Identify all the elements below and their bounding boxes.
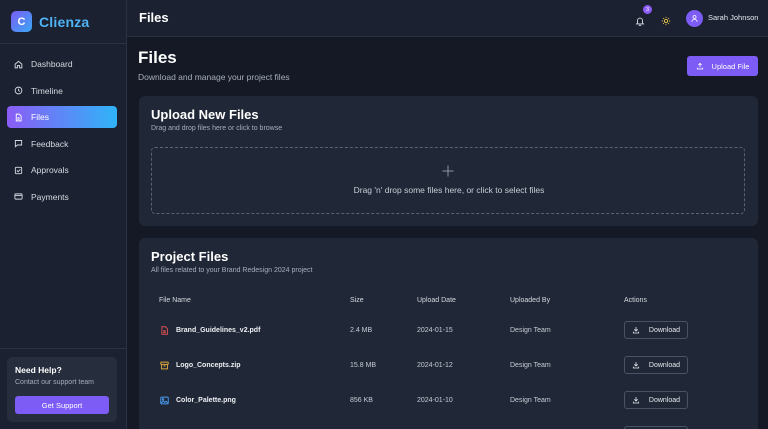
file-name[interactable]: Color_Palette.png	[176, 397, 236, 404]
upload-card-subtitle: Drag and drop files here or click to bro…	[151, 125, 283, 132]
clock-icon	[14, 86, 23, 95]
page-subtitle: Download and manage your project files	[138, 72, 290, 82]
sidebar-item-approvals[interactable]: Approvals	[7, 159, 117, 181]
image-icon	[160, 396, 169, 405]
message-icon	[14, 139, 23, 148]
sidebar-item-feedback[interactable]: Feedback	[7, 133, 117, 155]
upload-date: 2024-01-12	[417, 362, 453, 369]
uploaded-by: Design Team	[510, 327, 551, 334]
file-size: 856 KB	[350, 397, 373, 404]
brand[interactable]: C Clienza	[11, 11, 89, 32]
sidebar-item-label: Payments	[31, 191, 69, 202]
dropzone-text: Drag 'n' drop some files here, or click …	[353, 185, 545, 195]
download-icon	[632, 362, 639, 369]
pdf-file-icon	[161, 326, 168, 335]
user-icon	[691, 15, 698, 22]
upload-card-title: Upload New Files	[151, 107, 259, 122]
file-name[interactable]: Brand_Guidelines_v2.pdf	[176, 327, 260, 334]
file-name[interactable]: Logo_Concepts.zip	[176, 362, 241, 369]
divider	[0, 348, 127, 349]
sidebar-item-files[interactable]: Files	[7, 106, 117, 128]
download-label: Download	[648, 361, 681, 369]
upload-date: 2024-01-15	[417, 327, 453, 334]
download-label: Download	[648, 396, 681, 404]
file-size: 15.8 MB	[350, 362, 377, 369]
avatar[interactable]	[686, 10, 703, 27]
help-card: Need Help? Contact our support team Get …	[7, 357, 117, 422]
sidebar: C Clienza Dashboard Timeline Files Feedb…	[0, 0, 127, 429]
user-name[interactable]: Sarah Johnson	[708, 13, 758, 22]
get-support-button[interactable]: Get Support	[15, 396, 109, 414]
sidebar-item-label: Timeline	[31, 85, 63, 96]
sidebar-item-label: Approvals	[31, 165, 69, 175]
column-header-file-name: File Name	[159, 297, 191, 304]
download-button[interactable]: Download	[624, 321, 688, 339]
column-header-size: Size	[350, 297, 364, 304]
column-header-upload-date: Upload Date	[417, 297, 456, 304]
bell-icon[interactable]	[635, 13, 645, 27]
help-subtitle: Contact our support team	[15, 379, 94, 386]
credit-card-icon	[14, 192, 23, 201]
page-title: Files	[138, 48, 177, 67]
table-row: Brand_Guidelines_v2.pdf 2.4 MB 2024-01-1…	[139, 313, 758, 348]
upload-date: 2024-01-10	[417, 397, 453, 404]
topbar-title: Files	[139, 10, 169, 25]
brand-name: Clienza	[39, 13, 90, 30]
file-size: 2.4 MB	[350, 327, 373, 334]
upload-file-label: Upload File	[711, 61, 750, 71]
divider	[0, 43, 127, 44]
sidebar-nav: Dashboard Timeline Files Feedback Approv…	[7, 53, 117, 212]
sun-icon[interactable]	[661, 13, 671, 26]
sidebar-item-label: Feedback	[31, 138, 69, 149]
plus-icon	[442, 165, 454, 177]
project-files-card: Project Files All files related to your …	[139, 238, 758, 429]
sidebar-item-dashboard[interactable]: Dashboard	[7, 53, 117, 75]
sidebar-item-timeline[interactable]: Timeline	[7, 80, 117, 102]
download-button[interactable]: Download	[624, 391, 688, 409]
table-row: Color_Palette.png 856 KB 2024-01-10 Desi…	[139, 383, 758, 418]
download-button[interactable]: Download	[624, 356, 688, 374]
topbar: Files 3 Sarah Johnson	[127, 0, 768, 37]
file-dropzone[interactable]: Drag 'n' drop some files here, or click …	[151, 147, 745, 214]
uploaded-by: Design Team	[510, 362, 551, 369]
column-header-uploaded-by: Uploaded By	[510, 297, 551, 304]
sidebar-item-label: Files	[31, 112, 49, 122]
download-icon	[632, 327, 639, 334]
upload-icon	[696, 62, 703, 70]
notification-badge: 3	[643, 5, 652, 14]
upload-file-button[interactable]: Upload File	[687, 56, 758, 76]
download-icon	[632, 397, 639, 404]
project-files-title: Project Files	[151, 249, 229, 264]
brand-logo: C	[11, 11, 32, 32]
check-square-icon	[14, 166, 23, 175]
home-icon	[14, 60, 23, 69]
sidebar-item-label: Dashboard	[31, 59, 73, 69]
table-row: Logo_Concepts.zip 15.8 MB 2024-01-12 Des…	[139, 348, 758, 383]
project-files-subtitle: All files related to your Brand Redesign…	[151, 267, 313, 274]
help-title: Need Help?	[15, 365, 62, 375]
upload-card: Upload New Files Drag and drop files her…	[139, 96, 758, 226]
sidebar-item-payments[interactable]: Payments	[7, 186, 117, 208]
download-label: Download	[648, 326, 681, 334]
archive-icon	[160, 361, 169, 370]
file-icon	[14, 113, 23, 122]
uploaded-by: Design Team	[510, 397, 551, 404]
column-header-actions: Actions	[624, 297, 647, 304]
